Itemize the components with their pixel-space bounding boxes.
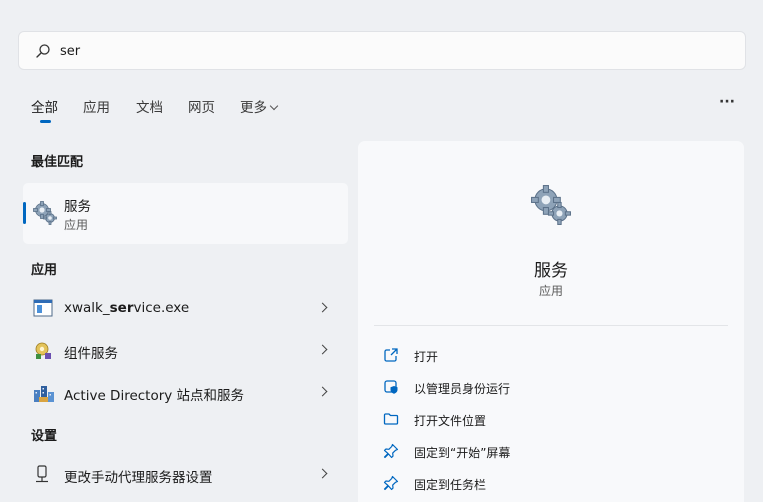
action-label: 固定到任务栏: [414, 478, 487, 492]
services-gear-icon: [531, 185, 571, 225]
tab-more-label: 更多: [240, 100, 267, 116]
section-settings: 设置: [31, 429, 58, 444]
pin-icon: [383, 443, 399, 459]
details-subtitle: 应用: [538, 284, 563, 298]
ad-sites-icon: [34, 386, 54, 402]
chevron-right-icon[interactable]: [317, 386, 328, 397]
tab-more[interactable]: 更多: [240, 96, 279, 116]
best-match-subtitle: 应用: [64, 218, 89, 232]
chevron-right-icon[interactable]: [317, 344, 328, 355]
action-open-file-location[interactable]: 打开文件位置: [383, 407, 723, 431]
details-title: 服务: [534, 261, 568, 281]
action-pin-to-start[interactable]: 固定到“开始”屏幕: [383, 439, 723, 463]
app-item-xwalk-service[interactable]: xwalk_service.exe: [23, 288, 348, 328]
app-item-component-services[interactable]: 组件服务: [23, 330, 348, 370]
action-label: 打开: [414, 350, 439, 364]
more-options-button[interactable]: ···: [719, 94, 735, 110]
search-box[interactable]: [18, 31, 746, 70]
chevron-right-icon[interactable]: [317, 302, 328, 313]
tab-documents[interactable]: 文档: [136, 96, 163, 116]
tab-all[interactable]: 全部: [31, 96, 58, 116]
settings-item-label: 更改手动代理服务器设置: [64, 470, 213, 486]
active-tab-indicator: [40, 120, 51, 123]
action-label: 以管理员身份运行: [414, 382, 511, 396]
action-label: 固定到“开始”屏幕: [414, 446, 511, 460]
tab-apps[interactable]: 应用: [83, 96, 110, 116]
open-icon: [384, 348, 398, 362]
pin-icon: [383, 475, 399, 491]
action-run-as-admin[interactable]: 以管理员身份运行: [383, 375, 723, 399]
best-match-item[interactable]: 服务 应用: [23, 183, 348, 244]
divider: [374, 325, 728, 326]
folder-icon: [383, 413, 399, 425]
exe-window-icon: [33, 299, 53, 317]
best-match-title: 服务: [64, 199, 91, 215]
proxy-settings-icon: [36, 465, 48, 483]
app-item-active-directory-sites[interactable]: Active Directory 站点和服务: [23, 372, 348, 412]
selection-indicator: [23, 202, 26, 224]
section-best-match: 最佳匹配: [31, 155, 84, 170]
tab-web[interactable]: 网页: [188, 96, 215, 116]
chevron-down-icon: [269, 101, 279, 111]
section-apps: 应用: [31, 263, 58, 278]
details-pane: 服务 应用 打开 以管理员身份运行 打开文件位置 固定到“开始”屏幕 固定到任务…: [358, 141, 744, 502]
app-item-label: xwalk_service.exe: [64, 300, 190, 316]
search-icon: [36, 44, 50, 58]
component-services-icon: [35, 342, 51, 359]
services-gear-icon: [33, 201, 57, 225]
settings-item-proxy[interactable]: 更改手动代理服务器设置: [23, 454, 348, 494]
action-pin-to-taskbar[interactable]: 固定到任务栏: [383, 471, 723, 495]
shield-icon: [384, 380, 398, 394]
app-item-label: Active Directory 站点和服务: [64, 388, 245, 404]
action-open[interactable]: 打开: [383, 343, 723, 367]
chevron-right-icon[interactable]: [317, 468, 328, 479]
search-input[interactable]: [60, 40, 720, 62]
app-item-label: 组件服务: [64, 346, 118, 362]
action-label: 打开文件位置: [414, 414, 487, 428]
